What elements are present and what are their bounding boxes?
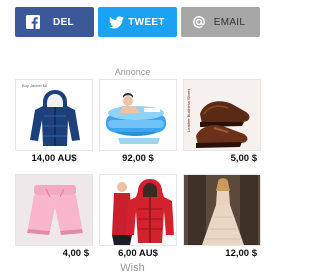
facebook-icon [25,14,41,30]
product-card[interactable]: 6,00 AU$ [99,174,177,261]
ad-label: Annonce [114,67,151,77]
facebook-share-label: DEL [53,16,74,28]
product-image-brown-leather-shoes[interactable]: Leather Business Shoes [183,79,261,151]
product-price: 14,00 AU$ [31,153,77,164]
product-card[interactable]: Leather Business Shoes 5,00 $ [183,79,261,166]
product-price: 92,00 $ [122,153,154,164]
product-image-pink-shorts[interactable] [15,174,93,246]
product-image-red-puffer-jacket[interactable] [99,174,177,246]
product-card[interactable]: 4,00 $ [15,174,93,261]
product-price: 4,00 $ [62,248,89,259]
product-price: 6,00 AU$ [118,248,158,259]
product-image-inflatable-bathtub[interactable] [99,79,177,151]
twitter-share-label: TWEET [128,16,165,28]
product-ad-grid: Buy Jacket $6 14,00 AU$ 92,00 $ Leather … [15,79,261,261]
product-price: 12,00 $ [225,248,257,259]
twitter-icon [108,14,124,30]
product-image-caption: Buy Jacket $6 [22,83,48,88]
product-price: 5,00 $ [230,153,257,164]
wish-label: Wish [120,262,145,274]
facebook-share-button[interactable]: DEL [15,7,94,37]
product-card[interactable]: 92,00 $ [99,79,177,166]
product-image-blue-puffer-jacket[interactable]: Buy Jacket $6 [15,79,93,151]
at-sign-icon [191,14,207,30]
product-image-caption: Leather Business Shoes [186,89,191,132]
twitter-share-button[interactable]: TWEET [98,7,177,37]
product-card[interactable]: Buy Jacket $6 14,00 AU$ [15,79,93,166]
share-bar: DEL TWEET EMAIL [15,7,260,37]
product-image-evening-gown[interactable] [183,174,261,246]
email-share-label: EMAIL [213,16,246,28]
product-card[interactable]: 12,00 $ [183,174,261,261]
email-share-button[interactable]: EMAIL [181,7,260,37]
